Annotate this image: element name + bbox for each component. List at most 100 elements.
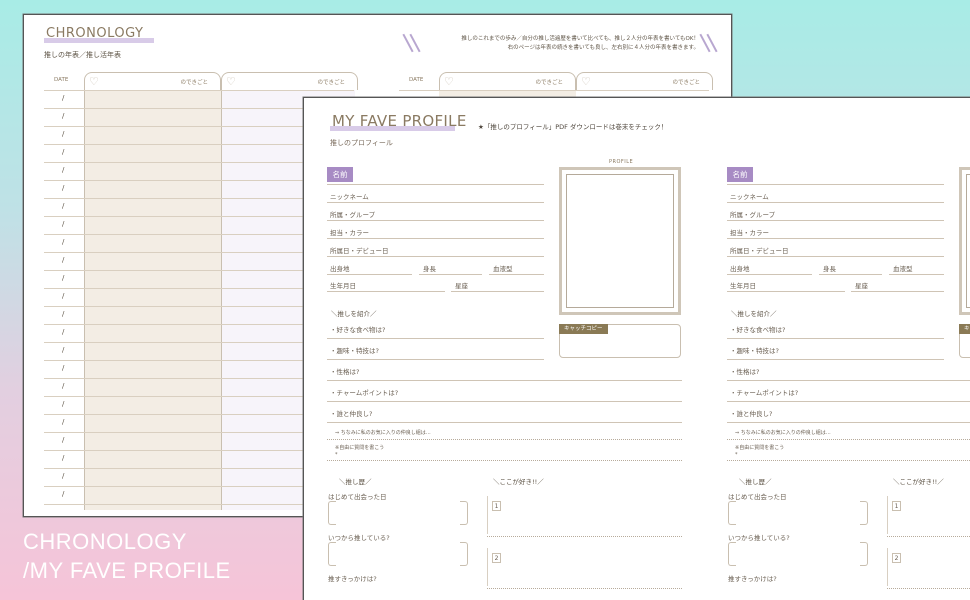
profile-field-line[interactable] [727,238,944,239]
field-line[interactable] [851,291,944,292]
answer-line[interactable] [727,338,944,339]
note-line: 右のページは年表の続きを書いても良し、左右別に４人分の年表を書きます。 [507,45,699,51]
date-slash: / [62,238,65,246]
date-label: DATE [54,77,69,83]
like-box[interactable] [487,496,677,534]
like-dotted-line[interactable] [487,536,682,537]
answer-line[interactable] [327,359,544,360]
like-dotted-line[interactable] [887,588,970,589]
intro-question: ・誰と仲良し? [330,410,373,418]
answer-line[interactable] [727,359,944,360]
intro-heading-text: 推しを紹介 [737,310,771,318]
answer-line[interactable] [327,338,544,339]
intro-question: ・好きな食べ物は? [330,326,386,334]
catchcopy-box[interactable]: キャッチコピー [559,324,681,358]
date-slash: / [62,472,65,480]
photo-frame[interactable] [959,167,970,315]
blood-type-label: 血液型 [493,265,513,273]
profile-field-label: 所属日・デビュー日 [730,247,789,255]
heart-icon: ♡ [444,75,454,88]
birthday-label: 生年月日 [330,282,356,290]
answer-bracket-left[interactable] [328,501,336,525]
name-line[interactable] [327,184,544,185]
blood-type-label: 血液型 [893,265,913,273]
profile-field-label: 担当・カラー [730,229,769,237]
profile-field-line[interactable] [327,256,544,257]
like-box[interactable] [487,548,677,586]
answer-bracket-right[interactable] [460,501,468,525]
zodiac-label: 星座 [855,282,868,290]
history-question: 推すきっかけは? [328,575,377,583]
date-slash: / [62,364,65,372]
photo-inner-frame [966,174,970,308]
friend-note: ⇒ ちなみに私のお気に入りの仲良し組は… [335,430,431,436]
history-question: 推すきっかけは? [728,575,777,583]
height-label: 身長 [423,265,436,273]
answer-line[interactable] [327,380,682,381]
photo-frame[interactable] [559,167,681,315]
answer-dotted-line[interactable] [727,439,970,440]
answer-bracket-right[interactable] [860,501,868,525]
date-slash: / [62,328,65,336]
birthplace-label: 出身地 [330,265,350,273]
date-slash: / [62,112,65,120]
intro-question: ・チャームポイントは? [330,389,399,397]
answer-line[interactable] [727,380,970,381]
answer-line[interactable] [327,422,682,423]
note-line: 推しのこれまでの歩み／自分の推し活遍歴を書いて比べても、推し２人分の年表を書いて… [461,36,699,42]
profile-field-line[interactable] [727,220,944,221]
birthday-label: 生年月日 [730,282,756,290]
like-section-heading: ＼ここが好き!!／ [490,476,547,487]
answer-dotted-line[interactable] [727,460,970,461]
profile-field-line[interactable] [327,238,544,239]
catchcopy-tag: キャッチコピー [959,324,970,334]
like-number: 2 [492,553,501,563]
heart-icon: ♡ [226,75,236,88]
like-number: 1 [492,501,501,511]
name-line[interactable] [727,184,944,185]
field-line[interactable] [727,274,812,275]
history-section-heading: ＼推し歴／ [736,476,775,487]
catchcopy-tag: キャッチコピー [559,324,608,334]
answer-bracket-right[interactable] [860,542,868,566]
profile-field-line[interactable] [727,256,944,257]
field-line[interactable] [327,291,445,292]
field-line[interactable] [419,274,482,275]
answer-bracket-left[interactable] [728,542,736,566]
answer-bracket-left[interactable] [728,501,736,525]
like-dotted-line[interactable] [887,536,970,537]
answer-dotted-line[interactable] [327,439,682,440]
date-slash: / [62,94,65,102]
event-label: のできごと [180,80,208,86]
event-column-header: ♡ のできごと [84,72,221,90]
profile-download-note: ★「推しのプロフィール」PDF ダウンロードは巻末をチェック！ [478,123,668,131]
like-dotted-line[interactable] [487,588,682,589]
answer-line[interactable] [727,422,970,423]
date-label: DATE [409,77,424,83]
intro-question: ・誰と仲良し? [730,410,773,418]
answer-bracket-left[interactable] [328,542,336,566]
date-slash: / [62,220,65,228]
profile-field-line[interactable] [327,202,544,203]
name-badge: 名前 [727,167,753,182]
answer-bracket-right[interactable] [460,542,468,566]
field-line[interactable] [327,274,412,275]
intro-section-heading: ＼推しを紹介／ [328,308,380,319]
field-line[interactable] [451,291,544,292]
catchcopy-box[interactable]: キャッチコピー [959,324,970,358]
answer-line[interactable] [327,401,682,402]
intro-question: ・趣味・特技は? [730,347,779,355]
profile-sheet: MY FAVE PROFILE ★「推しのプロフィール」PDF ダウンロードは巻… [303,97,970,600]
photo-label: PROFILE [609,159,634,165]
heart-icon: ♡ [89,75,99,88]
field-line[interactable] [819,274,882,275]
answer-line[interactable] [727,401,970,402]
free-question-note: ※自由に質問を書こう [735,445,785,451]
field-line[interactable] [727,291,845,292]
date-slash: / [62,256,65,264]
answer-dotted-line[interactable] [327,460,682,461]
field-line[interactable] [889,274,944,275]
profile-field-line[interactable] [727,202,944,203]
profile-field-line[interactable] [327,220,544,221]
field-line[interactable] [489,274,544,275]
